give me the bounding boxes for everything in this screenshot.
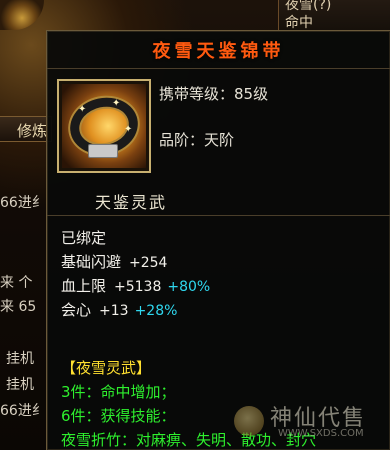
- watermark-url: WWW.SXDS.COM: [278, 428, 364, 439]
- stat-name: 基础闪避: [61, 253, 122, 271]
- bg-text-line: 66进纟: [0, 403, 46, 419]
- bg-text-line: 66进纟: [0, 195, 46, 211]
- bg-text-line: 来 个: [0, 275, 33, 291]
- right-panel-label: 命中: [285, 15, 313, 31]
- item-tooltip: 夜雪天鉴锦带 ✦ ✦ ✦ 携带等级：85级 品阶：天阶 天鉴灵武 已绑定 基础闪…: [46, 30, 390, 450]
- set-effect-header: 【夜雪灵武】: [61, 359, 152, 377]
- set-effect-line: 3件：命中增加；: [61, 383, 176, 401]
- item-title: 夜雪天鉴锦带: [152, 40, 285, 62]
- set-effect-line: 6件：获得技能：: [61, 407, 176, 425]
- stat-value: +13: [99, 303, 129, 319]
- item-grade: 品阶：天阶: [159, 131, 235, 149]
- stat-name: 会心: [61, 301, 92, 319]
- buckle-icon: [88, 144, 118, 158]
- cultivation-tab[interactable]: 修炼: [0, 116, 52, 142]
- stat-value: +254: [129, 255, 168, 271]
- watermark: 神仙代售 WWW.SXDS.COM: [234, 400, 384, 444]
- watermark-logo-icon: [234, 406, 264, 436]
- bg-text-line: 挂机: [6, 377, 34, 393]
- stat-bonus: +28%: [134, 303, 178, 319]
- bg-text-line: 来 65: [0, 299, 37, 315]
- stat-bonus: +80%: [167, 279, 211, 295]
- tooltip-title-bar: 夜雪天鉴锦带: [47, 31, 390, 69]
- right-panel-fragment: 夜雪(?) 命中: [278, 0, 390, 31]
- star-icon: ✦: [124, 124, 133, 135]
- belt-icon: ✦ ✦ ✦: [62, 84, 146, 168]
- stat-row: 基础闪避 +254: [61, 251, 173, 272]
- bound-status: 已绑定: [61, 229, 107, 247]
- stat-name: 血上限: [61, 277, 107, 295]
- stat-value: +5138: [114, 279, 162, 295]
- divider: [47, 215, 390, 216]
- carry-level: 携带等级：85级: [159, 85, 269, 103]
- star-icon: ✦: [112, 98, 121, 109]
- set-name: 天鉴灵武: [95, 193, 168, 212]
- stat-row: 会心 +13 +28%: [61, 299, 177, 320]
- bg-text-line: 挂机: [6, 351, 34, 367]
- item-icon-frame: ✦ ✦ ✦: [57, 79, 151, 173]
- star-icon: ✦: [78, 104, 87, 115]
- cultivation-tab-label: 修炼: [16, 122, 47, 140]
- stat-row: 血上限 +5138 +80%: [61, 275, 210, 296]
